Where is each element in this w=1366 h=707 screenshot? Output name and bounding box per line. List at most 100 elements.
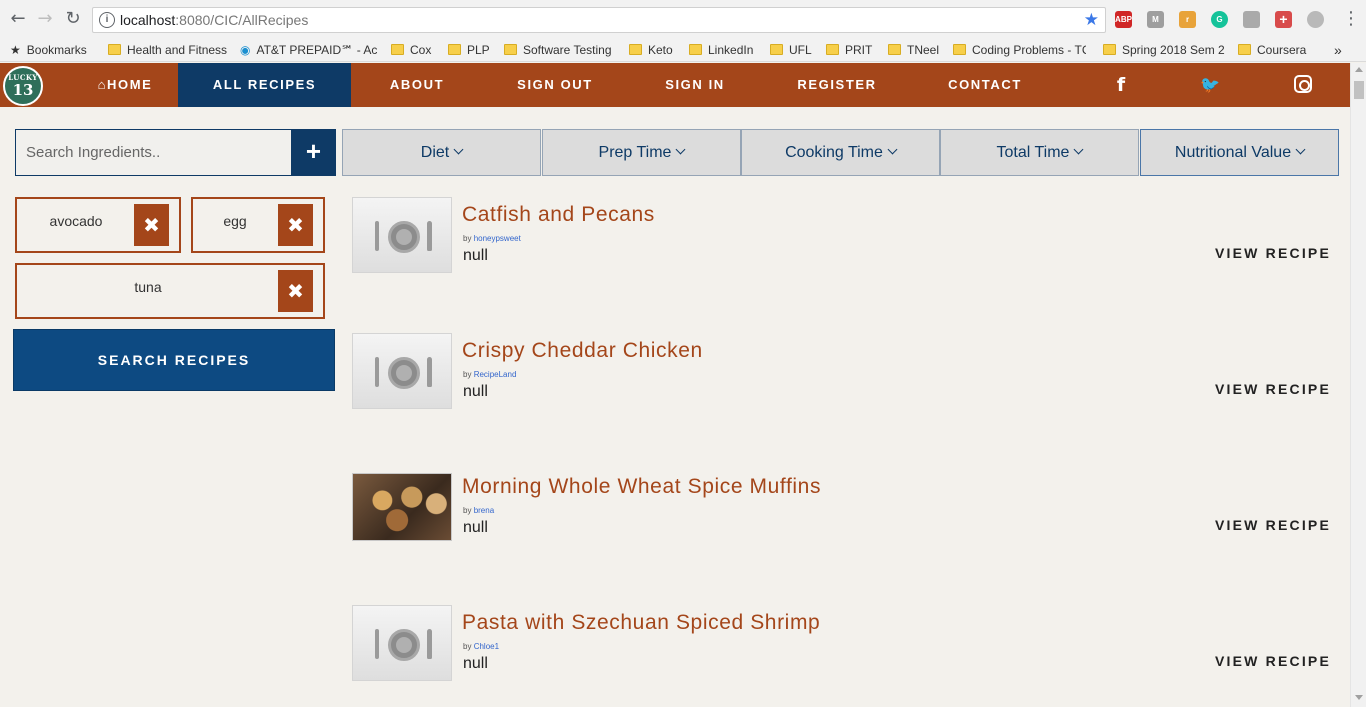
ingredient-chip: avocado ✖ xyxy=(15,197,181,253)
grammarly-icon[interactable]: G xyxy=(1211,11,1228,28)
recipe-title[interactable]: Catfish and Pecans xyxy=(462,203,655,227)
fork-icon xyxy=(375,629,379,659)
ingredient-chip-label: egg xyxy=(223,213,247,229)
logo-number: 13 xyxy=(12,81,34,99)
recipe-author-link[interactable]: brena xyxy=(474,506,494,515)
cross-extension-icon[interactable]: + xyxy=(1275,11,1292,28)
recipe-placeholder-image[interactable] xyxy=(352,605,452,681)
address-bar[interactable]: i localhost:8080/CIC/AllRecipes ★ xyxy=(92,7,1106,33)
nav-contact[interactable]: CONTACT xyxy=(930,63,1040,107)
site-info-icon[interactable]: i xyxy=(99,12,115,28)
recipe-list-item: Catfish and Pecans by honeypsweet null V… xyxy=(352,197,1342,273)
filter-total-time[interactable]: Total Time xyxy=(940,129,1139,176)
bookmark-folder[interactable]: Health and Fitness xyxy=(108,41,227,59)
bookmark-folder[interactable]: Spring 2018 Sem 2 xyxy=(1103,41,1225,59)
filter-label: Total Time xyxy=(996,144,1070,161)
recipe-author: by Chloe1 xyxy=(463,642,500,651)
address-url: localhost:8080/CIC/AllRecipes xyxy=(120,12,309,28)
back-arrow-icon[interactable]: ← xyxy=(7,8,29,30)
recipe-placeholder-image[interactable] xyxy=(352,333,452,409)
recipe-title[interactable]: Pasta with Szechuan Spiced Shrimp xyxy=(462,611,820,635)
recipe-description: null xyxy=(463,519,488,536)
r-extension-icon[interactable]: r xyxy=(1179,11,1196,28)
scroll-down-icon[interactable] xyxy=(1355,695,1363,700)
m-extension-icon[interactable]: M xyxy=(1147,11,1164,28)
recipe-list-item: Morning Whole Wheat Spice Muffins by bre… xyxy=(352,469,1342,545)
filter-label: Prep Time xyxy=(598,144,672,161)
folder-icon xyxy=(1103,44,1116,55)
recipe-list-item: Pasta with Szechuan Spiced Shrimp by Chl… xyxy=(352,605,1342,681)
twitter-icon[interactable]: 🐦 xyxy=(1196,63,1224,107)
bookmark-folder[interactable]: Coding Problems - TC xyxy=(953,41,1086,59)
bookmark-folder[interactable]: Software Testing xyxy=(504,41,612,59)
browser-menu-icon[interactable]: ⋮ xyxy=(1342,8,1360,29)
recipe-author-link[interactable]: Chloe1 xyxy=(474,642,499,651)
recipe-author: by honeypsweet xyxy=(463,234,521,243)
view-recipe-link[interactable]: VIEW RECIPE xyxy=(1215,381,1331,397)
reload-icon[interactable]: ↻ xyxy=(62,8,84,30)
ingredient-chip: egg ✖ xyxy=(191,197,325,253)
bookmark-folder[interactable]: Keto xyxy=(629,41,673,59)
forward-arrow-icon[interactable]: → xyxy=(34,8,56,30)
nav-sign-out[interactable]: SIGN OUT xyxy=(500,63,610,107)
nav-all-recipes[interactable]: ALL RECIPES xyxy=(178,63,351,107)
filter-label: Diet xyxy=(420,144,450,161)
folder-icon xyxy=(1238,44,1251,55)
view-recipe-link[interactable]: VIEW RECIPE xyxy=(1215,245,1331,261)
nav-sign-in[interactable]: SIGN IN xyxy=(640,63,750,107)
recipe-title[interactable]: Morning Whole Wheat Spice Muffins xyxy=(462,475,821,499)
bookmark-folder[interactable]: LinkedIn xyxy=(689,41,753,59)
bookmark-item[interactable]: ★ Bookmarks xyxy=(10,41,87,59)
filter-prep-time[interactable]: Prep Time xyxy=(542,129,741,176)
view-recipe-link[interactable]: VIEW RECIPE xyxy=(1215,653,1331,669)
instagram-icon[interactable] xyxy=(1289,63,1317,107)
bookmark-folder[interactable]: PLP xyxy=(448,41,490,59)
recipe-placeholder-image[interactable] xyxy=(352,197,452,273)
scroll-thumb[interactable] xyxy=(1354,81,1364,99)
filter-diet[interactable]: Diet xyxy=(342,129,541,176)
chevron-down-icon xyxy=(1074,144,1084,155)
bookmark-item[interactable]: ◉ AT&T PREPAID℠ - Ac xyxy=(240,41,377,59)
remove-ingredient-icon[interactable]: ✖ xyxy=(278,270,313,312)
facebook-icon[interactable]: f xyxy=(1107,63,1135,107)
scroll-up-icon[interactable] xyxy=(1355,67,1363,72)
nav-about[interactable]: ABOUT xyxy=(362,63,472,107)
lucky-13-logo[interactable]: LUCKY 13 xyxy=(3,66,43,106)
recipe-author-link[interactable]: RecipeLand xyxy=(474,370,517,379)
bookmark-folder[interactable]: Coursera xyxy=(1238,41,1306,59)
more-bookmarks-icon[interactable]: » xyxy=(1334,41,1342,59)
recipe-photo[interactable] xyxy=(352,473,452,541)
gear-extension-icon[interactable] xyxy=(1307,11,1324,28)
filter-nutritional-value[interactable]: Nutritional Value xyxy=(1140,129,1339,176)
ingredient-search-input[interactable] xyxy=(15,129,291,176)
remove-ingredient-icon[interactable]: ✖ xyxy=(134,204,169,246)
chevron-down-icon xyxy=(887,144,898,155)
bookmark-folder[interactable]: Cox xyxy=(391,41,431,59)
add-ingredient-button[interactable]: + xyxy=(291,129,336,176)
fork-icon xyxy=(375,357,379,387)
folder-icon xyxy=(770,44,783,55)
bookmark-star-icon[interactable]: ★ xyxy=(1084,10,1099,30)
bookmark-folder[interactable]: TNeel xyxy=(888,41,939,59)
folder-icon xyxy=(689,44,702,55)
adblock-icon[interactable]: ABP xyxy=(1115,11,1132,28)
nav-register[interactable]: REGISTER xyxy=(782,63,892,107)
puzzle-extension-icon[interactable] xyxy=(1243,11,1260,28)
recipe-author-link[interactable]: honeypsweet xyxy=(474,234,521,243)
recipe-title[interactable]: Crispy Cheddar Chicken xyxy=(462,339,703,363)
search-recipes-button[interactable]: SEARCH RECIPES xyxy=(13,329,335,391)
filter-cooking-time[interactable]: Cooking Time xyxy=(741,129,940,176)
page-scrollbar[interactable] xyxy=(1350,63,1366,707)
folder-icon xyxy=(448,44,461,55)
folder-icon xyxy=(953,44,966,55)
chevron-down-icon xyxy=(453,144,464,155)
remove-ingredient-icon[interactable]: ✖ xyxy=(278,204,313,246)
bookmarks-bar: ★ Bookmarks Health and Fitness ◉ AT&T PREP… xyxy=(0,38,1366,62)
view-recipe-link[interactable]: VIEW RECIPE xyxy=(1215,517,1331,533)
bookmark-folder[interactable]: UFL xyxy=(770,41,812,59)
folder-icon xyxy=(108,44,121,55)
bookmark-folder[interactable]: PRIT xyxy=(826,41,872,59)
nav-home[interactable]: ⌂HOME xyxy=(70,63,180,107)
folder-icon xyxy=(391,44,404,55)
knife-icon xyxy=(427,357,432,387)
